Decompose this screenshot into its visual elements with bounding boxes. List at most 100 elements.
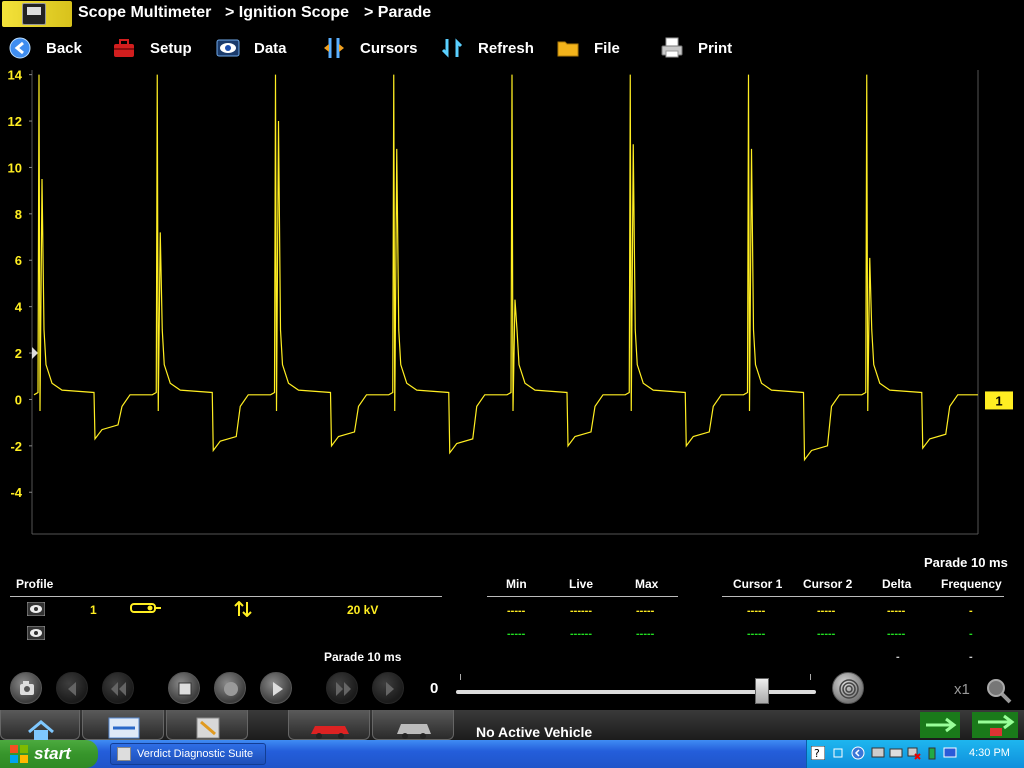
y-tick-label: 14 (8, 68, 23, 83)
y-tick-label: 10 (8, 160, 22, 175)
channel1-cursor1: ----- (747, 605, 766, 617)
print-button[interactable]: Print (660, 34, 732, 62)
back-button[interactable]: Back (8, 34, 82, 62)
y-tick-label: 12 (8, 114, 22, 129)
scope-plot[interactable]: 14121086420-2-4184365721 (0, 68, 1024, 538)
sweep-button[interactable] (832, 672, 864, 704)
step-back-button[interactable] (56, 672, 88, 704)
fast-forward-button[interactable] (326, 672, 358, 704)
refresh-button[interactable]: Refresh (440, 34, 534, 62)
channel1-max: ----- (636, 605, 655, 617)
back-chevron-icon[interactable] (851, 746, 865, 760)
channel2-min: ----- (507, 628, 526, 640)
data-label: Data (254, 39, 287, 57)
slider-tick-end (810, 674, 811, 680)
channel1-visibility-eye-icon[interactable] (26, 601, 46, 619)
y-tick-label: 6 (15, 253, 22, 268)
battery-icon[interactable] (925, 746, 939, 760)
profile-header: Profile (16, 577, 54, 591)
spiral-icon (839, 679, 859, 699)
channel2-delta: ----- (887, 628, 906, 640)
channel1-frequency: - (969, 605, 973, 617)
channel-marker-label: 1 (995, 393, 1002, 408)
channel2-max: ----- (636, 628, 655, 640)
live-header: Live (569, 577, 594, 591)
rewind-icon (111, 682, 126, 696)
keyboard-icon[interactable] (889, 746, 903, 760)
windows-taskbar: start Verdict Diagnostic Suite ? 4:30 PM (0, 740, 1024, 768)
channel2-frequency: - (969, 628, 973, 640)
y-tick-label: -2 (10, 439, 22, 454)
taskbar-app-title: Verdict Diagnostic Suite (137, 748, 254, 760)
service-tab[interactable] (372, 710, 454, 740)
start-button[interactable]: start (0, 740, 98, 768)
cursor-arrows-icon (322, 36, 346, 60)
channel1-scale[interactable]: 20 kV (347, 603, 378, 617)
channel2-live: ------ (570, 628, 592, 640)
printer-icon (660, 36, 684, 60)
home-icon (28, 720, 54, 740)
footer-delta: - (896, 651, 900, 663)
folder-icon (556, 36, 580, 60)
setup-label: Setup (150, 39, 192, 57)
system-tray: ? 4:30 PM (806, 740, 1024, 768)
step-forward-button[interactable] (372, 672, 404, 704)
fast-forward-icon (336, 682, 351, 696)
toolbar: Back Setup Data Cursors Refresh File Pri… (0, 30, 1024, 66)
zoom-magnifier-icon[interactable] (984, 676, 1012, 709)
print-label: Print (698, 39, 733, 57)
buffer-position-value: 0 (430, 680, 439, 697)
frequency-header: Frequency (941, 577, 1002, 591)
record-button[interactable] (214, 672, 246, 704)
zoom-level: x1 (954, 681, 970, 698)
setup-button[interactable]: Setup (112, 34, 192, 62)
camera-snapshot-button[interactable] (10, 672, 42, 704)
cursor2-header: Cursor 2 (803, 577, 853, 591)
network-icon[interactable] (871, 746, 885, 760)
stop-icon (178, 682, 192, 696)
y-tick-label: 8 (15, 207, 22, 222)
scope-chart[interactable]: 14121086420-2-4184365721 (0, 68, 1024, 538)
vehicle-tab[interactable] (288, 710, 370, 740)
svg-text:?: ? (814, 747, 820, 760)
scope-meter-tab[interactable] (166, 710, 248, 740)
buffer-slider-thumb[interactable] (755, 678, 769, 704)
taskbar-app-button[interactable]: Verdict Diagnostic Suite (110, 743, 266, 765)
scanner-tab[interactable] (82, 710, 164, 740)
usb-connection-icon (920, 712, 960, 743)
breadcrumb-app[interactable]: Scope Multimeter (78, 4, 211, 22)
language-icon[interactable] (831, 746, 845, 760)
channel1-number: 1 (90, 603, 97, 617)
min-header: Min (506, 577, 527, 591)
help-icon[interactable]: ? (810, 745, 826, 761)
clock: 4:30 PM (969, 747, 1010, 759)
record-icon (224, 682, 238, 696)
home-tab[interactable] (0, 710, 80, 740)
y-tick-label: 4 (15, 300, 23, 315)
cursors-button[interactable]: Cursors (322, 34, 418, 62)
display-icon[interactable] (943, 746, 957, 760)
channel2-visibility-eye-icon[interactable] (26, 625, 46, 643)
network-disconnected-icon[interactable] (907, 746, 921, 760)
playback-controls: 0 x1 (0, 668, 1024, 710)
toolbox-icon (112, 36, 136, 60)
channel2-cursor2: ----- (817, 628, 836, 640)
data-button[interactable]: Data (216, 34, 287, 62)
back-arrow-icon (8, 36, 32, 60)
scope-multimeter-logo-icon (2, 1, 72, 27)
channel1-invert-icon[interactable] (234, 600, 252, 620)
breadcrumb-parade: > Parade (364, 4, 432, 21)
play-button[interactable] (260, 672, 292, 704)
breadcrumb-ignition-scope[interactable]: > Ignition Scope (225, 4, 349, 22)
footer-timebase-label: Parade 10 ms (324, 650, 402, 664)
start-label: start (34, 744, 71, 763)
red-car-icon (311, 726, 349, 739)
rewind-button[interactable] (102, 672, 134, 704)
stop-button[interactable] (168, 672, 200, 704)
title-bar: Scope Multimeter > Ignition Scope > Para… (0, 0, 1024, 28)
usb-device-icon (972, 712, 1018, 743)
channel1-probe-icon[interactable] (130, 602, 162, 617)
channel1-cursor2: ----- (817, 605, 836, 617)
scope-meter-icon (196, 717, 220, 739)
file-button[interactable]: File (556, 34, 620, 62)
